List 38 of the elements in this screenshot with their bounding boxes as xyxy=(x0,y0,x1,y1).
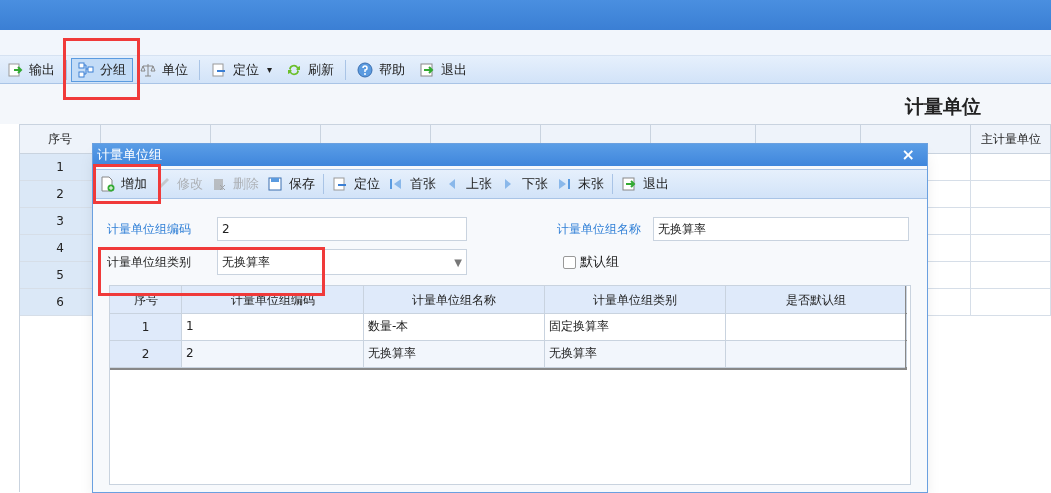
input-field[interactable]: 无换算率 xyxy=(653,217,909,241)
toolbar-button: 修改 xyxy=(151,171,207,197)
checkbox-label: 默认组 xyxy=(580,253,619,272)
row-number: 1 xyxy=(110,314,182,340)
field-label: 计量单位组类别 xyxy=(107,254,192,271)
table-cell: 数量-本 xyxy=(364,314,545,340)
toolbar-button[interactable]: 首张 xyxy=(384,171,440,197)
toolbar-button[interactable]: 保存 xyxy=(263,171,319,197)
toolbar-button[interactable]: 末张 xyxy=(552,171,608,197)
row-number: 2 xyxy=(110,341,182,367)
table-cell: 无换算率 xyxy=(364,341,545,367)
page-title: 计量单位 xyxy=(905,93,981,119)
column-header: 计量单位组类别 xyxy=(545,286,726,313)
toolbar-button[interactable]: 上张 xyxy=(440,171,496,197)
column-header: 计量单位组名称 xyxy=(364,286,545,313)
table-cell: 无换算率 xyxy=(545,341,726,367)
table-cell: 1 xyxy=(182,314,364,340)
toolbar-button[interactable]: 输出 xyxy=(0,57,62,82)
toolbar-button[interactable]: 退出 xyxy=(412,57,475,82)
toolbar-button[interactable]: 退出 xyxy=(617,171,673,197)
toolbar-button[interactable]: 下张 xyxy=(496,171,552,197)
caret-icon: ▾ xyxy=(267,62,273,77)
table-cell: 固定换算率 xyxy=(545,314,726,340)
toolbar-button[interactable]: 定位 ▾ xyxy=(204,57,280,82)
column-header: 是否默认组 xyxy=(726,286,907,313)
toolbar-button[interactable]: 帮助 xyxy=(350,57,413,82)
input-field[interactable]: 2 xyxy=(217,217,467,241)
column-header: 主计量单位 xyxy=(971,125,1051,153)
toolbar-button[interactable]: 单位 xyxy=(133,57,195,82)
toolbar-button[interactable]: 刷新 xyxy=(279,57,342,82)
field-label: 计量单位组编码 xyxy=(107,221,192,238)
toolbar-button[interactable]: 分组 xyxy=(71,57,133,82)
toolbar-button: 删除 xyxy=(207,171,263,197)
field-label: 计量单位组名称 xyxy=(557,221,642,238)
caret-icon: ▼ xyxy=(454,254,462,270)
toolbar-button[interactable]: 定位 xyxy=(328,171,384,197)
dropdown-field[interactable]: 无换算率 ▼ xyxy=(217,249,467,275)
table-cell: 2 xyxy=(182,341,364,367)
